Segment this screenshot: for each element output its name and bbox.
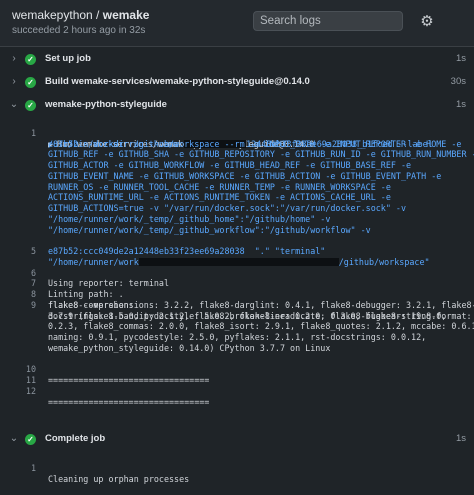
log-line: naming: 0.9.1, pycodestyle: 2.5.0, pyfla… — [0, 332, 474, 343]
step-build[interactable]: › ✓ Build wemake-services/wemake-python-… — [0, 72, 474, 94]
log-line: 1 ▶Run wemake-services/wemake-python-sty… — [0, 117, 474, 149]
log-line: GITHUB_REF -e GITHUB_SHA -e GITHUB_REPOS… — [0, 149, 474, 160]
check-icon: ✓ — [25, 100, 36, 111]
log-text: e87b52 --workdir /github/workspace --rm … — [48, 138, 462, 149]
check-icon: ✓ — [25, 54, 36, 65]
step-duration: 30s — [450, 76, 466, 87]
check-icon: ✓ — [25, 434, 36, 445]
step-styleguide[interactable]: ⌄ ✓ wemake-python-styleguide 1s — [0, 95, 474, 117]
log-line: /usr/bin/docker run --name 12448eb33f23e… — [0, 128, 474, 149]
log-line: 10 ================================ — [0, 354, 474, 385]
step-complete-job[interactable]: ⌄ ✓ Complete job 1s — [0, 429, 474, 451]
step-log: 1 ▶Run wemake-services/wemake-python-sty… — [0, 117, 474, 407]
log-line: GITHUB_ACTOR -e GITHUB_WORKFLOW -e GITHU… — [0, 160, 474, 171]
log-line: 12 ================================ — [0, 375, 474, 407]
log-line: wemake_python_styleguide: 0.14.0) CPytho… — [0, 343, 474, 354]
log-line: 6 Using reporter: terminal — [0, 257, 474, 289]
log-text: docstrings: 1.5.0, pydocstyle: 5.0.2, fl… — [48, 310, 472, 321]
log-text: "/home/runner/work/_temp/_github_home":"… — [48, 213, 331, 224]
job-header: wemakepython / wemake succeeded 2 hours … — [0, 0, 474, 47]
log-text: ACTIONS_RUNTIME_URL -e ACTIONS_RUNTIME_T… — [48, 192, 391, 203]
log-text: GITHUB_ACTOR -e GITHUB_WORKFLOW -e GITHU… — [48, 160, 412, 170]
complete-job-log: 1 Cleaning up orphan processes — [0, 452, 474, 484]
log-line: 7 Linting path: . — [0, 268, 474, 299]
log-line: "/home/runner/work/_temp/_github_home":"… — [0, 214, 474, 225]
log-text: wemake_python_styleguide: 0.14.0) CPytho… — [48, 342, 331, 353]
log-text: "/home/runner/work/_temp/_github_workflo… — [48, 224, 371, 235]
log-line: ACTIONS_RUNTIME_URL -e ACTIONS_RUNTIME_T… — [0, 192, 474, 203]
log-text: GITHUB_REF -e GITHUB_SHA -e GITHUB_REPOS… — [48, 149, 474, 160]
log-line: e87b52:ccc049de2a12448eb33f23ee69a28038 … — [0, 246, 474, 257]
step-set-up-job[interactable]: › ✓ Set up job 1s — [0, 49, 474, 71]
chevron-right-icon[interactable]: › — [9, 53, 19, 64]
log-text: flake8-comprehensions: 3.2.2, flake8-dar… — [48, 299, 474, 310]
step-label: Set up job — [45, 53, 91, 64]
chevron-down-icon[interactable]: ⌄ — [9, 99, 19, 110]
log-text: Cleaning up orphan processes — [48, 473, 190, 484]
log-text: e87b52:ccc049de2a12448eb33f23ee69a28038 … — [48, 246, 326, 256]
log-line: GITHUB_EVENT_NAME -e GITHUB_WORKSPACE -e… — [0, 171, 474, 182]
step-duration: 1s — [455, 433, 466, 444]
title-separator: / — [92, 8, 103, 22]
log-text: RUNNER_OS -e RUNNER_TOOL_CACHE -e RUNNER… — [48, 181, 391, 192]
line-number[interactable]: 12 — [16, 386, 36, 397]
step-label: Build wemake-services/wemake-python-styl… — [45, 76, 310, 87]
workflow-name[interactable]: wemake — [103, 8, 150, 22]
step-duration: 1s — [455, 53, 466, 64]
log-line: 11 — [0, 364, 474, 385]
job-title: wemakepython / wemake — [12, 8, 149, 22]
log-text: GITHUB_ACTIONS=true -v "/var/run/docker.… — [48, 203, 406, 213]
search-logs-input[interactable] — [253, 11, 403, 31]
log-line: flake8-comprehensions: 3.2.2, flake8-dar… — [0, 300, 474, 311]
log-line: RUNNER_OS -e RUNNER_TOOL_CACHE -e RUNNER… — [0, 182, 474, 193]
step-label: wemake-python-styleguide — [45, 99, 167, 110]
log-line: 8 flake8 --version: — [0, 278, 474, 310]
log-line: 9 3.7.9 (flake8-bandit: 2.1.2, flake8-br… — [0, 289, 474, 321]
repo-owner[interactable]: wemakepython — [12, 8, 93, 22]
log-line: "/home/runner/work/_temp/_github_workflo… — [0, 225, 474, 236]
log-text: 0.2.3, flake8_commas: 2.0.0, flake8_isor… — [48, 321, 474, 332]
job-status: succeeded 2 hours ago in 32s — [12, 25, 146, 36]
log-line: 0.2.3, flake8_commas: 2.0.0, flake8_isor… — [0, 321, 474, 332]
log-line: docstrings: 1.5.0, pydocstyle: 5.0.2, fl… — [0, 311, 474, 322]
step-duration: 1s — [455, 99, 466, 110]
log-line: e87b52 --workdir /github/workspace --rm … — [0, 139, 474, 150]
line-number[interactable]: 1 — [16, 463, 36, 474]
check-icon: ✓ — [25, 77, 36, 88]
log-line: 5 "/home/runner/work/github/workspace" — [0, 235, 474, 267]
log-line: 1 Cleaning up orphan processes — [0, 452, 474, 484]
step-label: Complete job — [45, 433, 106, 444]
chevron-down-icon[interactable]: ⌄ — [9, 433, 19, 444]
log-text: GITHUB_EVENT_NAME -e GITHUB_WORKSPACE -e… — [48, 170, 442, 181]
log-text: ================================ — [48, 396, 210, 407]
log-text: naming: 0.9.1, pycodestyle: 2.5.0, pyfla… — [48, 332, 427, 342]
gear-icon[interactable]: ⚙ — [416, 11, 438, 33]
log-line: GITHUB_ACTIONS=true -v "/var/run/docker.… — [0, 203, 474, 214]
chevron-right-icon[interactable]: › — [9, 76, 19, 87]
